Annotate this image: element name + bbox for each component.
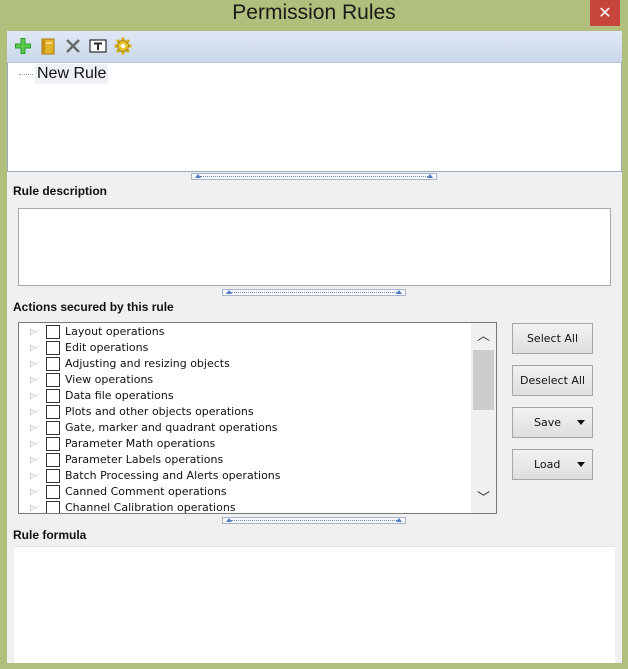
rule-settings-button[interactable]: [113, 36, 133, 56]
tree-splitter[interactable]: [191, 173, 437, 180]
delete-rule-button[interactable]: [63, 36, 83, 56]
action-row[interactable]: ▷· Parameter Math operations: [19, 436, 469, 452]
expand-arrow-icon[interactable]: ▷·: [30, 453, 40, 467]
expand-arrow-icon[interactable]: ▷·: [30, 373, 40, 387]
expand-arrow-icon[interactable]: ▷·: [30, 357, 40, 371]
expand-arrow-icon[interactable]: ▷·: [30, 389, 40, 403]
load-button-label: Load: [534, 458, 561, 471]
action-row[interactable]: ▷· View operations: [19, 372, 469, 388]
expand-arrow-icon[interactable]: ▷·: [30, 325, 40, 339]
load-button[interactable]: Load: [512, 449, 593, 480]
action-label: Plots and other objects operations: [65, 405, 254, 418]
action-row[interactable]: ▷· Canned Comment operations: [19, 484, 469, 500]
action-row[interactable]: ▷· Edit operations: [19, 340, 469, 356]
select-all-button[interactable]: Select All: [512, 323, 593, 354]
title-bar: Permission Rules ✕: [0, 0, 628, 28]
action-checkbox[interactable]: [46, 341, 60, 355]
scroll-thumb[interactable]: [473, 350, 494, 410]
rule-description-input[interactable]: [18, 208, 611, 286]
expand-arrow-icon[interactable]: ▷·: [30, 421, 40, 435]
action-label: Channel Calibration operations: [65, 501, 236, 514]
window-title: Permission Rules: [232, 1, 396, 24]
window-client-area: New Rule Rule description Actions secure…: [7, 31, 622, 663]
action-label: View operations: [65, 373, 154, 386]
action-label: Gate, marker and quadrant operations: [65, 421, 278, 434]
action-label: Canned Comment operations: [65, 485, 227, 498]
expand-arrow-icon[interactable]: ▷·: [30, 341, 40, 355]
chevron-down-icon[interactable]: [577, 462, 585, 467]
action-checkbox[interactable]: [46, 357, 60, 371]
action-row[interactable]: ▷· Layout operations: [19, 324, 469, 340]
action-checkbox[interactable]: [46, 501, 60, 513]
action-checkbox[interactable]: [46, 389, 60, 403]
save-button[interactable]: Save: [512, 407, 593, 438]
action-row[interactable]: ▷· Adjusting and resizing objects: [19, 356, 469, 372]
actions-splitter[interactable]: [222, 517, 406, 524]
action-label: Data file operations: [65, 389, 174, 402]
close-button[interactable]: ✕: [590, 0, 620, 26]
settings-gear-icon: [114, 37, 132, 55]
expand-arrow-icon[interactable]: ▷·: [30, 405, 40, 419]
action-checkbox[interactable]: [46, 485, 60, 499]
action-row[interactable]: ▷· Channel Calibration operations: [19, 500, 469, 514]
action-checkbox[interactable]: [46, 437, 60, 451]
action-checkbox[interactable]: [46, 421, 60, 435]
action-label: Layout operations: [65, 325, 165, 338]
rules-tree: New Rule: [7, 63, 622, 172]
scroll-up-icon[interactable]: ︿: [471, 325, 496, 349]
save-button-label: Save: [534, 416, 562, 429]
action-label: Parameter Math operations: [65, 437, 216, 450]
rule-formula-label: Rule formula: [13, 528, 87, 542]
delete-icon: [66, 39, 80, 53]
add-rule-button[interactable]: [13, 36, 33, 56]
chevron-down-icon[interactable]: [577, 420, 585, 425]
action-row[interactable]: ▷· Parameter Labels operations: [19, 452, 469, 468]
expand-arrow-icon[interactable]: ▷·: [30, 501, 40, 513]
expand-arrow-icon[interactable]: ▷·: [30, 469, 40, 483]
action-checkbox[interactable]: [46, 373, 60, 387]
action-label: Adjusting and resizing objects: [65, 357, 230, 370]
action-label: Edit operations: [65, 341, 149, 354]
actions-label: Actions secured by this rule: [13, 300, 174, 314]
expand-arrow-icon[interactable]: ▷·: [30, 437, 40, 451]
expand-arrow-icon[interactable]: ▷·: [30, 485, 40, 499]
rule-description-label: Rule description: [13, 184, 108, 198]
action-checkbox[interactable]: [46, 405, 60, 419]
rules-toolbar: [7, 31, 622, 63]
actions-scrollbar[interactable]: ︿ ﹀: [471, 323, 496, 513]
add-icon: [15, 38, 31, 54]
action-row[interactable]: ▷· Data file operations: [19, 388, 469, 404]
rename-icon: [89, 39, 107, 53]
rename-rule-button[interactable]: [88, 36, 108, 56]
action-label: Batch Processing and Alerts operations: [65, 469, 281, 482]
action-checkbox[interactable]: [46, 453, 60, 467]
action-label: Parameter Labels operations: [65, 453, 224, 466]
rule-formula-input[interactable]: [14, 546, 615, 663]
rule-tree-item[interactable]: New Rule: [35, 64, 109, 84]
action-row[interactable]: ▷· Plots and other objects operations: [19, 404, 469, 420]
action-checkbox[interactable]: [46, 325, 60, 339]
scroll-down-icon[interactable]: ﹀: [471, 487, 496, 511]
action-row[interactable]: ▷· Batch Processing and Alerts operations: [19, 468, 469, 484]
actions-list: ▷· Layout operations ▷· Edit operations ▷· Ad…: [18, 322, 497, 514]
book-icon: [41, 38, 55, 55]
deselect-all-button[interactable]: Deselect All: [512, 365, 593, 396]
action-checkbox[interactable]: [46, 469, 60, 483]
open-rule-button[interactable]: [38, 36, 58, 56]
description-splitter[interactable]: [222, 289, 406, 296]
tree-connector: [19, 74, 33, 75]
action-row[interactable]: ▷· Gate, marker and quadrant operations: [19, 420, 469, 436]
